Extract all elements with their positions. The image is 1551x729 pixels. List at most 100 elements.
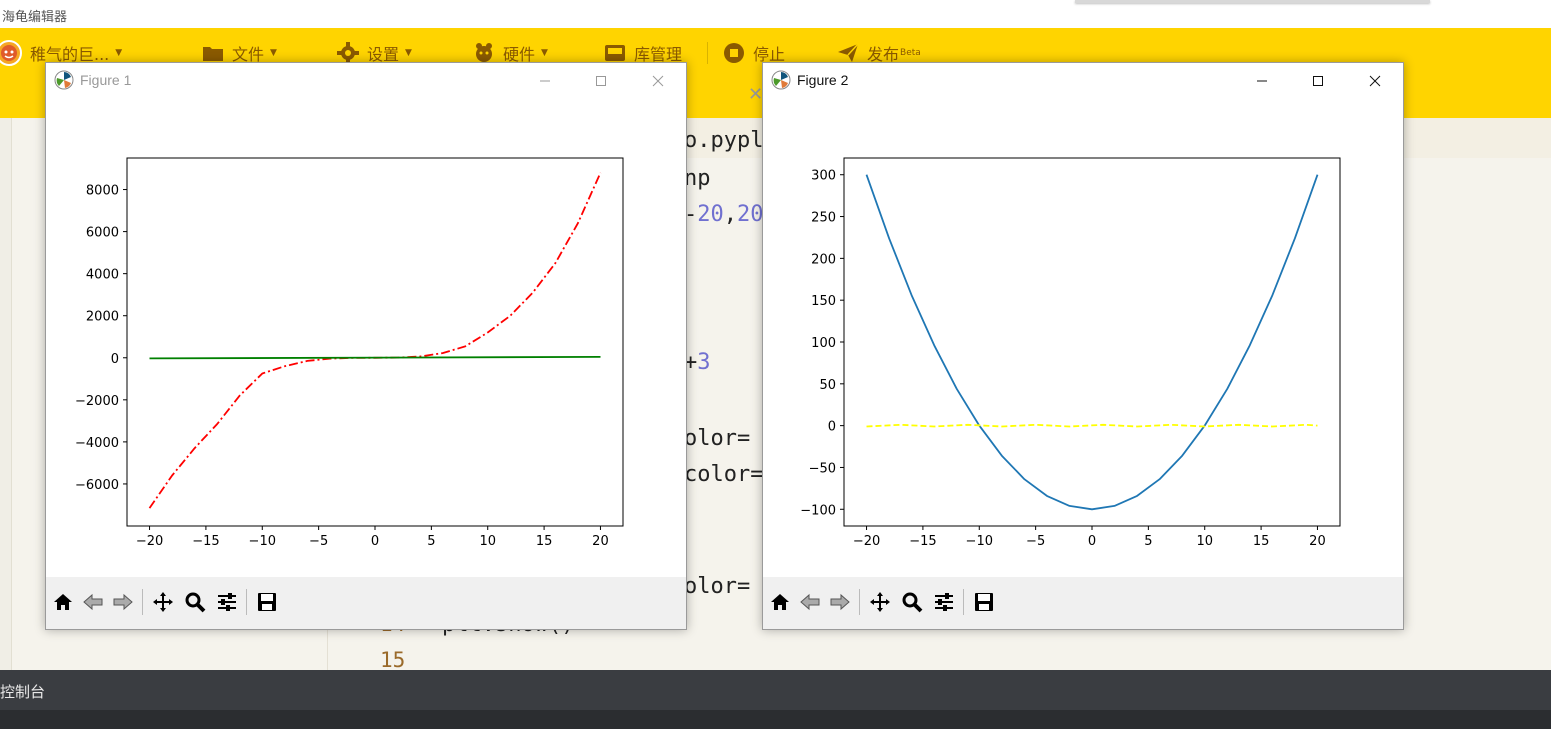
pan-button[interactable]	[865, 587, 895, 617]
chevron-down-icon: ▼	[115, 48, 123, 58]
code-number: 20	[697, 202, 724, 227]
close-button[interactable]	[1352, 68, 1398, 94]
matplotlib-icon	[54, 70, 74, 90]
close-button[interactable]	[635, 68, 681, 94]
home-button[interactable]	[765, 587, 795, 617]
maximize-icon	[596, 76, 606, 86]
code-token: ,	[723, 202, 737, 227]
app-title: 海龟编辑器	[2, 10, 68, 25]
figure-2-window[interactable]: Figure 2 −20 −15 −10 −5 0 5 10 15 20 −100 −50 0 50 10…	[762, 62, 1404, 630]
matplotlib-icon	[771, 70, 791, 90]
figure-2-titlebar[interactable]: Figure 2	[763, 63, 1403, 97]
forward-button[interactable]	[825, 587, 855, 617]
toolbar-separator	[142, 589, 143, 615]
y-tick-label: 0	[828, 420, 836, 435]
configure-subplots-button[interactable]	[929, 587, 959, 617]
x-tick-label: −10	[966, 534, 993, 549]
code-line[interactable]: -20,20	[684, 202, 764, 227]
code-line[interactable]: olor=	[684, 426, 750, 451]
library-icon	[604, 42, 626, 64]
figure-2-chart[interactable]: −20 −15 −10 −5 0 5 10 15 20−100−5005010015020025…	[763, 97, 1403, 579]
y-tick-label: 2000	[86, 310, 119, 325]
y-tick-label: 200	[811, 252, 836, 267]
console-body[interactable]	[0, 710, 1551, 729]
y-tick-label: 300	[811, 169, 836, 184]
code-line[interactable]: +3	[684, 350, 711, 375]
avatar	[0, 40, 22, 66]
maximize-button[interactable]	[578, 68, 624, 94]
x-tick-label: 10	[1196, 534, 1213, 549]
pan-button[interactable]	[148, 587, 178, 617]
code-number: 20	[737, 202, 764, 227]
plot-area	[843, 157, 1341, 527]
code-line[interactable]: o.pypl	[684, 128, 763, 153]
x-tick-label: −20	[853, 534, 880, 549]
save-icon	[975, 593, 993, 611]
maximize-button[interactable]	[1295, 68, 1341, 94]
toolbar-separator	[963, 589, 964, 615]
back-button[interactable]	[78, 587, 108, 617]
chevron-down-icon: ▼	[270, 48, 277, 58]
chevron-down-icon: ▼	[405, 48, 412, 58]
line-number: 15	[380, 648, 406, 672]
publish-icon	[837, 42, 859, 64]
save-button[interactable]	[969, 587, 999, 617]
y-tick-label: −4000	[75, 436, 119, 451]
code-line[interactable]: olor=	[684, 574, 750, 599]
folder-icon	[202, 42, 224, 64]
zoom-icon	[902, 592, 923, 613]
back-button[interactable]	[795, 587, 825, 617]
zoom-icon	[185, 592, 206, 613]
y-tick-label: 4000	[86, 268, 119, 283]
zoom-button[interactable]	[897, 587, 927, 617]
configure-subplots-icon	[935, 593, 953, 611]
left-sidebar-strip	[0, 118, 12, 670]
configure-subplots-icon	[218, 593, 236, 611]
gear-icon	[337, 42, 359, 64]
console-title[interactable]: 控制台	[0, 681, 45, 702]
tab-close-icon[interactable]: ✕	[748, 84, 763, 105]
x-tick-label: −5	[1026, 534, 1045, 549]
minimize-icon	[540, 80, 550, 82]
close-icon	[652, 75, 664, 87]
close-icon	[1369, 75, 1381, 87]
y-tick-label: 50	[819, 378, 836, 393]
code-line[interactable]: color=	[684, 462, 763, 487]
x-tick-label: 0	[371, 534, 379, 549]
x-tick-label: −5	[309, 534, 328, 549]
y-tick-label: −100	[800, 503, 836, 518]
save-button[interactable]	[252, 587, 282, 617]
y-tick-label: 6000	[86, 226, 119, 241]
toolbar-separator	[246, 589, 247, 615]
back-icon	[800, 593, 820, 611]
home-button[interactable]	[48, 587, 78, 617]
pan-icon	[153, 592, 173, 612]
minimize-button[interactable]	[522, 68, 568, 94]
minimize-button[interactable]	[1239, 68, 1285, 94]
save-icon	[258, 593, 276, 611]
configure-subplots-button[interactable]	[212, 587, 242, 617]
zoom-button[interactable]	[180, 587, 210, 617]
x-tick-label: 5	[1144, 534, 1152, 549]
code-line[interactable]: np	[684, 166, 711, 191]
plot-area	[126, 157, 624, 527]
home-icon	[54, 594, 72, 610]
forward-button[interactable]	[108, 587, 138, 617]
x-tick-label: −10	[249, 534, 276, 549]
home-icon	[771, 594, 789, 610]
x-tick-label: −15	[909, 534, 936, 549]
figure-1-titlebar[interactable]: Figure 1	[46, 63, 686, 97]
y-tick-label: 150	[811, 294, 836, 309]
code-number: 3	[697, 350, 711, 375]
figure-1-navigation-toolbar	[46, 577, 686, 629]
x-tick-label: 15	[1253, 534, 1270, 549]
figure-2-title: Figure 2	[797, 72, 849, 88]
figure-1-window[interactable]: Figure 1 −20 −15 −10 −5 0 5 10 15 20 −6000 −4000 −2…	[45, 62, 687, 630]
figure-1-chart[interactable]: −20 −15 −10 −5 0 5 10 15 20 −6000 −4000 −2000 0 2000 4…	[46, 97, 686, 579]
forward-icon	[830, 593, 850, 611]
back-icon	[83, 593, 103, 611]
x-tick-label: 20	[592, 534, 609, 549]
y-tick-label: −6000	[75, 478, 119, 493]
beta-badge: Beta	[900, 48, 921, 58]
y-tick-label: 100	[811, 336, 836, 351]
